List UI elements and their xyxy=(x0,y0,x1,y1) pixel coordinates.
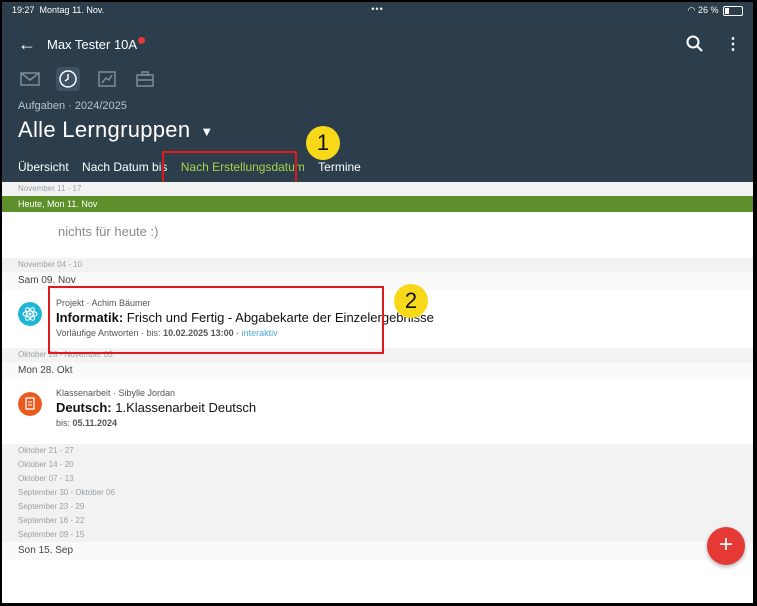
week-header: September 09 - 15 xyxy=(2,528,753,542)
tab-overview[interactable]: Übersicht xyxy=(18,160,69,174)
exam-document-icon xyxy=(18,392,42,416)
battery-percent: 26 % xyxy=(697,5,719,15)
empty-state-text: nichts für heute :) xyxy=(2,212,753,252)
add-button[interactable]: + xyxy=(707,527,745,565)
arrow-left-icon[interactable]: ← xyxy=(18,34,36,55)
status-right: ◠ 26 % xyxy=(688,5,743,16)
clock-icon[interactable] xyxy=(56,67,81,91)
status-time: 19:27 Montag 11. Nov. xyxy=(12,5,105,15)
day-header: Mon 28. Okt xyxy=(2,362,753,380)
notification-dot xyxy=(138,37,146,44)
item-meta: Klassenarbeit · Sibylle Jordan xyxy=(56,388,176,398)
navbar: ← Max Tester 10A ⋮ xyxy=(2,28,753,60)
search-icon[interactable] xyxy=(685,34,705,54)
section-icon-bar xyxy=(18,67,167,91)
week-header: November 04 - 10 xyxy=(2,258,753,272)
app-header: 19:27 Montag 11. Nov. ••• ◠ 26 % ← Max T… xyxy=(2,2,753,182)
week-header: September 23 - 29 xyxy=(2,500,753,514)
multitask-dots[interactable]: ••• xyxy=(371,4,383,14)
battery-icon xyxy=(723,5,743,16)
caret-down-icon[interactable]: ▼ xyxy=(200,124,213,139)
status-bar: 19:27 Montag 11. Nov. ••• ◠ 26 % xyxy=(12,4,743,19)
nav-title: Max Tester 10A xyxy=(47,37,146,52)
annotation-badge-1: 1 xyxy=(306,126,340,160)
item-title: Deutsch: 1.Klassenarbeit Deutsch xyxy=(56,400,257,415)
page-title[interactable]: Alle Lerngruppen ▼ xyxy=(18,117,214,143)
page-subtitle: Aufgaben · 2024/2025 xyxy=(18,100,127,112)
assignment-list: November 11 - 17 Heute, Mon 11. Nov nich… xyxy=(2,182,753,603)
today-header: Heute, Mon 11. Nov xyxy=(2,196,753,212)
briefcase-icon[interactable] xyxy=(133,67,157,91)
item-info: bis: 05.11.2024 xyxy=(56,418,118,428)
project-atom-icon xyxy=(18,302,42,326)
week-header: September 16 - 22 xyxy=(2,514,753,528)
day-header: Son 15. Sep xyxy=(2,542,753,560)
week-header: November 11 - 17 xyxy=(2,182,753,196)
more-vert-icon[interactable]: ⋮ xyxy=(725,34,741,54)
list-item-deutsch[interactable]: Klassenarbeit · Sibylle Jordan Deutsch: … xyxy=(2,380,753,438)
app-frame: 19:27 Montag 11. Nov. ••• ◠ 26 % ← Max T… xyxy=(2,2,753,603)
tab-appointments[interactable]: Termine xyxy=(318,160,361,174)
week-header: September 30 - Oktober 06 xyxy=(2,486,753,500)
tab-by-due-date[interactable]: Nach Datum bis xyxy=(82,160,167,174)
mail-icon[interactable] xyxy=(18,67,42,91)
annotation-badge-2: 2 xyxy=(394,284,428,318)
chart-icon[interactable] xyxy=(95,67,119,91)
highlight-box-item xyxy=(48,286,384,354)
week-header: Oktober 14 - 20 xyxy=(2,458,753,472)
week-header: Oktober 07 - 13 xyxy=(2,472,753,486)
week-header: Oktober 21 - 27 xyxy=(2,444,753,458)
wifi-icon: ◠ xyxy=(687,5,696,15)
